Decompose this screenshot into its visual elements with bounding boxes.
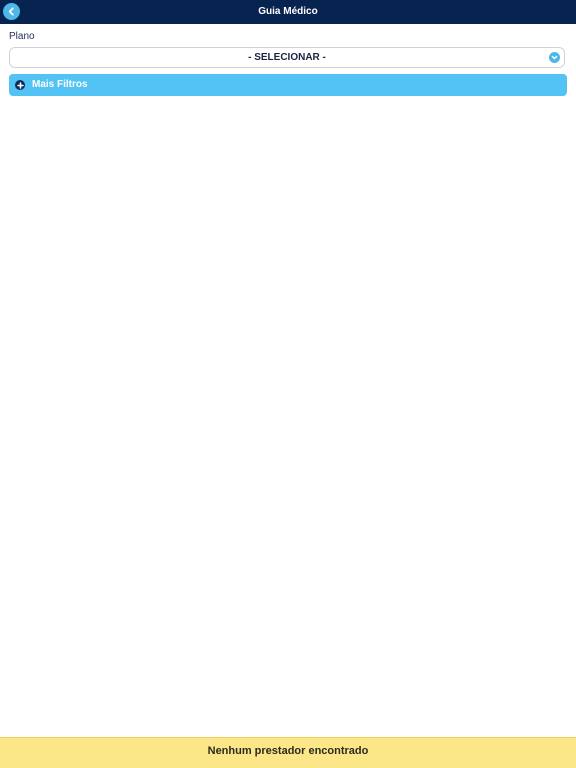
more-filters-label: Mais Filtros: [32, 79, 88, 90]
app-screen: Guia Médico Plano - SELECIONAR - Mais Fi…: [0, 0, 576, 768]
status-bar: Nenhum prestador encontrado: [0, 737, 576, 768]
page-title: Guia Médico: [258, 6, 318, 17]
no-results-message: Nenhum prestador encontrado: [207, 745, 369, 757]
plano-label: Plano: [9, 31, 35, 42]
plano-selected-value: - SELECIONAR -: [248, 52, 326, 63]
more-filters-toggle[interactable]: Mais Filtros: [9, 74, 567, 96]
chevron-down-icon: [549, 52, 560, 63]
plano-select[interactable]: - SELECIONAR -: [9, 47, 565, 68]
plus-circle-icon: [15, 80, 25, 90]
top-navigation-bar: Guia Médico: [0, 0, 576, 24]
